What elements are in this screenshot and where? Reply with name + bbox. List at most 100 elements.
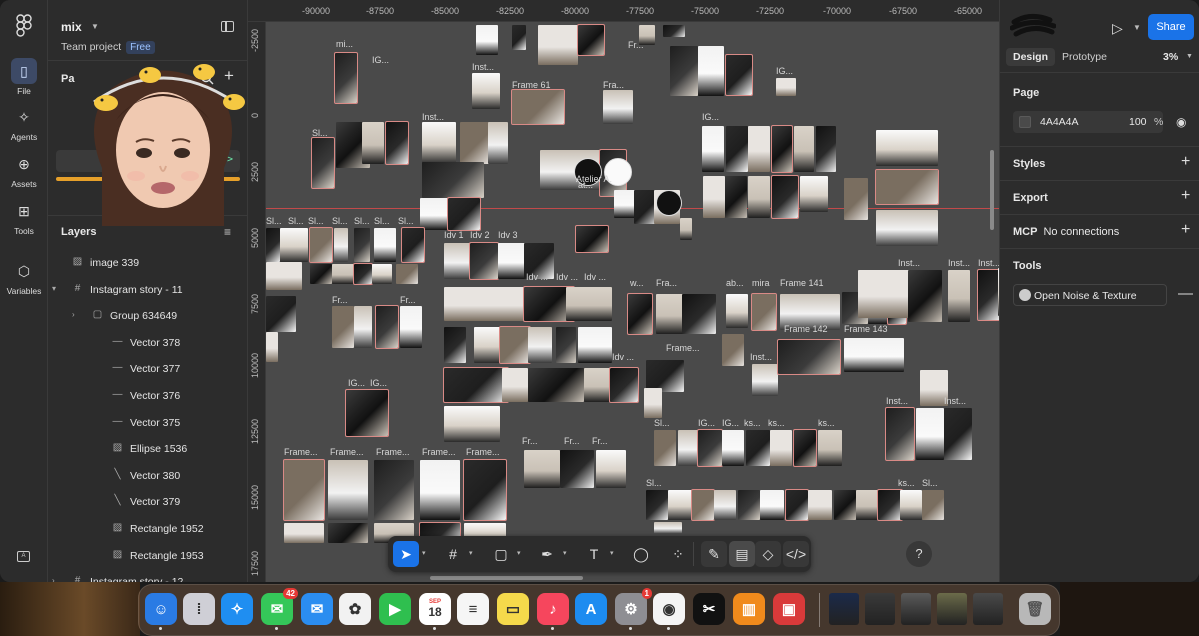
canvas-frame[interactable]	[908, 270, 942, 322]
frame-label[interactable]: IG...	[348, 378, 365, 388]
canvas-frame[interactable]	[885, 407, 915, 461]
canvas-frame[interactable]	[948, 270, 970, 322]
help-button[interactable]: ?	[906, 541, 932, 567]
canvas-frame[interactable]	[332, 264, 354, 284]
design-canvas[interactable]: -90000 -87500 -85000 -82500 -80000 -77500 -750…	[248, 0, 999, 582]
canvas-frame[interactable]	[353, 263, 373, 285]
canvas-frame[interactable]	[876, 130, 938, 166]
frame-label[interactable]: at...	[578, 180, 593, 190]
page-color-field[interactable]: 4A4A4A 100 %	[1013, 111, 1163, 133]
frame-label[interactable]: mi...	[336, 39, 353, 49]
canvas-frame[interactable]	[844, 338, 904, 372]
canvas-frame[interactable]	[722, 430, 744, 466]
canvas-frame[interactable]	[488, 122, 508, 164]
canvas-frame[interactable]	[577, 24, 605, 56]
frame-label[interactable]: Frame...	[284, 447, 318, 457]
canvas-frame[interactable]	[596, 450, 626, 488]
canvas-frame[interactable]	[528, 368, 584, 402]
design-mode[interactable]: ▤	[729, 541, 755, 567]
frame-label[interactable]: Sl...	[312, 128, 328, 138]
canvas-frame[interactable]	[374, 228, 396, 262]
canvas-frame[interactable]	[354, 306, 372, 348]
frame-label[interactable]: Fr...	[332, 295, 348, 305]
layer-row[interactable]: — Vector 376	[48, 383, 248, 409]
move-tool[interactable]: ➤	[393, 541, 419, 567]
frame-label[interactable]: Inst...	[750, 352, 772, 362]
rail-variables[interactable]: ⬡ Variables	[0, 258, 48, 297]
canvas-frame[interactable]	[556, 327, 576, 363]
figma-menu-icon[interactable]	[14, 14, 34, 38]
canvas-frame[interactable]	[922, 490, 944, 520]
frame-label[interactable]: Inst...	[422, 112, 444, 122]
canvas-frame[interactable]	[472, 73, 500, 109]
rail-file[interactable]: ▯ File	[0, 58, 48, 96]
canvas-frame[interactable]	[808, 490, 832, 520]
canvas-frame[interactable]	[266, 332, 278, 362]
add-mcp-icon[interactable]: +	[1181, 221, 1190, 239]
canvas-frame[interactable]	[332, 306, 354, 348]
frame-label[interactable]: Idv 2	[470, 230, 490, 240]
canvas-frame[interactable]	[603, 90, 633, 124]
canvas-frame[interactable]	[566, 287, 612, 321]
canvas-frame[interactable]	[682, 294, 716, 334]
canvas-frame[interactable]	[646, 490, 668, 520]
chevron-down-icon[interactable]: ▼	[1186, 53, 1193, 60]
canvas-frame[interactable]	[420, 460, 460, 520]
frame-label[interactable]: Inst...	[472, 62, 494, 72]
canvas-frame[interactable]	[524, 450, 560, 488]
canvas-frame[interactable]	[916, 408, 944, 460]
canvas-frame[interactable]	[771, 125, 793, 173]
frame-label[interactable]: ks...	[744, 418, 761, 428]
rectangle-tool[interactable]: ▢	[488, 541, 514, 567]
frame-label[interactable]: Fr...	[564, 436, 580, 446]
canvas-frame[interactable]	[856, 490, 878, 520]
canvas-frame[interactable]	[900, 490, 922, 520]
frame-label[interactable]: IG...	[370, 378, 387, 388]
canvas-frame[interactable]	[420, 198, 450, 230]
frame-label[interactable]: Fr...	[628, 40, 644, 50]
frame-label[interactable]: Sl...	[374, 216, 390, 226]
canvas-frame[interactable]	[748, 176, 770, 218]
dock-music-icon[interactable]: ♪	[537, 593, 569, 625]
frame-label[interactable]: Sl...	[332, 216, 348, 226]
layer-row[interactable]: ▨ Rectangle 1953	[48, 543, 248, 569]
layer-row[interactable]: ›#Instagram story - 12	[48, 569, 248, 582]
dock-notes-icon[interactable]: ▭	[497, 593, 529, 625]
draw-mode[interactable]: ✎	[701, 541, 727, 567]
tool-item-noise[interactable]: Open Noise & Texture	[1013, 284, 1167, 306]
frame-label[interactable]: Idv 1	[444, 230, 464, 240]
dock-photos-icon[interactable]: ✿	[339, 593, 371, 625]
frame-label[interactable]: IG...	[722, 418, 739, 428]
dock-safari-icon[interactable]: ✧	[221, 593, 253, 625]
canvas-frame[interactable]	[977, 269, 999, 321]
frame-label[interactable]: Inst...	[978, 258, 999, 268]
canvas-frame[interactable]	[726, 126, 748, 172]
frame-label[interactable]: Frame 142	[784, 324, 828, 334]
canvas-frame[interactable]	[876, 210, 938, 246]
file-name[interactable]: mix	[61, 20, 82, 34]
canvas-frame[interactable]	[698, 46, 724, 96]
canvas-frame[interactable]	[656, 294, 684, 334]
layer-row[interactable]: ▾ # Instagram story - 11	[48, 277, 248, 303]
layer-row[interactable]: — Vector 375	[48, 410, 248, 436]
frame-label[interactable]: Idv 3	[498, 230, 518, 240]
frame-label[interactable]: ab...	[726, 278, 744, 288]
canvas-frame[interactable]	[785, 489, 809, 521]
canvas-frame[interactable]	[401, 227, 425, 263]
frame-label[interactable]: Inst...	[948, 258, 970, 268]
canvas-frame[interactable]	[748, 126, 770, 172]
frame-label[interactable]: Frame 61	[512, 80, 551, 90]
layer-row[interactable]: ▨ Rectangle 1952	[48, 516, 248, 542]
frame-label[interactable]: Frame 143	[844, 324, 888, 334]
trash-icon[interactable]: 🗑	[1019, 593, 1051, 625]
vertical-scrollbar[interactable]	[990, 150, 994, 230]
canvas-frame[interactable]	[644, 388, 662, 418]
component-mode[interactable]: ◇	[755, 541, 781, 567]
canvas-frame[interactable]	[345, 389, 389, 437]
canvas-frame[interactable]	[328, 460, 368, 520]
eye-icon[interactable]: ◉	[1176, 115, 1186, 129]
canvas-frame[interactable]	[746, 430, 770, 466]
dock-calendar-icon[interactable]: SEP 18	[419, 593, 451, 625]
canvas-frame[interactable]	[702, 126, 724, 172]
zoom-level[interactable]: 3%	[1163, 51, 1178, 63]
